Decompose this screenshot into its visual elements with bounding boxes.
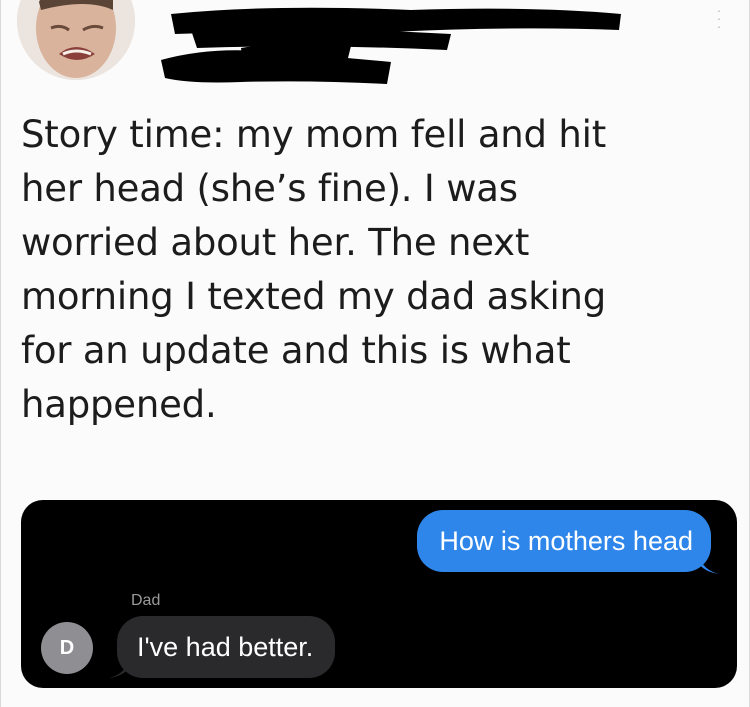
- redacted-username: [161, 7, 621, 84]
- text-message-screenshot: How is mothers head Dad D I've had bette…: [21, 500, 737, 688]
- sender-name: Dad: [131, 592, 161, 609]
- tweet-line: morning I texted my dad asking: [21, 275, 607, 318]
- contact-avatar[interactable]: D: [41, 622, 93, 674]
- tweet-line: her head (she’s fine). I was: [21, 167, 518, 210]
- tweet-text: Story time: my mom fell and hit her head…: [21, 108, 721, 432]
- crying-face-image: [17, 0, 135, 80]
- outgoing-bubble-tail: [699, 556, 719, 574]
- tweet-line: worried about her. The next: [21, 221, 530, 264]
- more-options-icon[interactable]: · · ·: [715, 3, 723, 33]
- profile-avatar[interactable]: [17, 0, 135, 80]
- tweet-line: for an update and this is what: [21, 329, 571, 372]
- outgoing-message-bubble: How is mothers head: [417, 510, 711, 572]
- screenshot-frame: · · · Story time: my mom fell and hit her …: [0, 0, 750, 707]
- tweet-line: Story time: my mom fell and hit: [21, 113, 607, 156]
- tweet-line: happened.: [21, 383, 217, 426]
- incoming-message-bubble: I've had better.: [117, 616, 336, 678]
